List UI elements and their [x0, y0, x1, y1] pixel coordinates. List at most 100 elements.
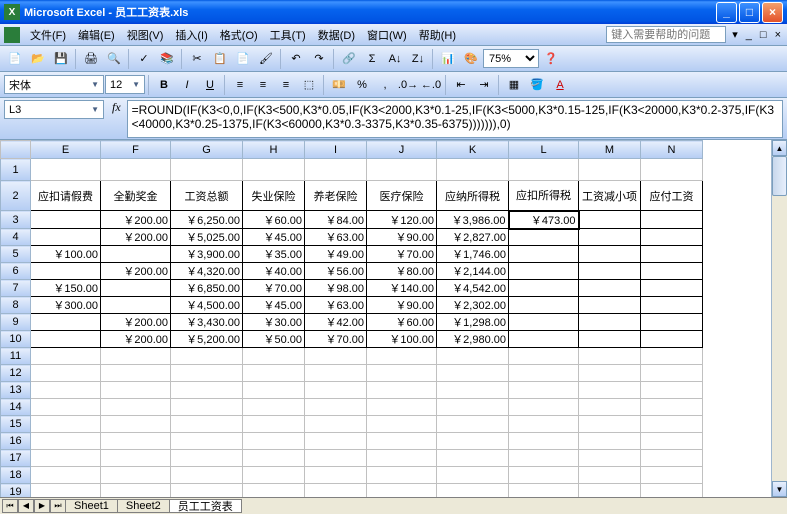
cell[interactable]	[171, 382, 243, 399]
sheet-tab-2[interactable]: Sheet2	[117, 499, 170, 513]
cell[interactable]	[579, 484, 641, 498]
cell[interactable]	[579, 246, 641, 263]
cell[interactable]: ￥100.00	[367, 331, 437, 348]
table-header-cell[interactable]: 失业保险	[243, 181, 305, 211]
cell[interactable]	[367, 348, 437, 365]
table-header-cell[interactable]: 工资减小项	[579, 181, 641, 211]
cell[interactable]: ￥70.00	[367, 246, 437, 263]
font-size-combo[interactable]: 12▼	[105, 75, 145, 94]
row-header-1[interactable]: 1	[1, 159, 31, 181]
comma-icon[interactable]: ,	[374, 74, 396, 96]
hyperlink-icon[interactable]: 🔗	[338, 48, 360, 70]
autosum-icon[interactable]: Σ	[361, 48, 383, 70]
cell[interactable]	[305, 484, 367, 498]
cell[interactable]	[641, 484, 703, 498]
cell[interactable]	[509, 484, 579, 498]
italic-icon[interactable]: I	[176, 74, 198, 96]
cell[interactable]: ￥120.00	[367, 211, 437, 229]
table-header-cell[interactable]: 应扣请假费	[31, 181, 101, 211]
row-header-2[interactable]: 2	[1, 181, 31, 211]
cell[interactable]: ￥60.00	[367, 314, 437, 331]
cell[interactable]	[437, 416, 509, 433]
cell[interactable]	[437, 450, 509, 467]
close-button[interactable]: ×	[762, 2, 783, 23]
cell[interactable]	[641, 314, 703, 331]
cell[interactable]	[509, 159, 579, 181]
cell[interactable]	[509, 280, 579, 297]
cell[interactable]	[367, 365, 437, 382]
cell[interactable]	[31, 314, 101, 331]
help-search-input[interactable]	[606, 26, 726, 43]
cell[interactable]	[509, 382, 579, 399]
cell[interactable]	[641, 280, 703, 297]
doc-minimize[interactable]: ▾	[730, 28, 740, 41]
cell[interactable]: ￥4,500.00	[171, 297, 243, 314]
print-icon[interactable]: 🖨	[80, 48, 102, 70]
cell[interactable]	[367, 433, 437, 450]
cell[interactable]	[579, 348, 641, 365]
scroll-down-icon[interactable]: ▼	[772, 481, 787, 497]
cell[interactable]	[641, 246, 703, 263]
table-header-cell[interactable]: 全勤奖金	[101, 181, 171, 211]
cell[interactable]	[305, 159, 367, 181]
cell[interactable]	[641, 348, 703, 365]
cell[interactable]: ￥70.00	[243, 280, 305, 297]
cell[interactable]: ￥200.00	[101, 314, 171, 331]
row-header-17[interactable]: 17	[1, 450, 31, 467]
font-name-combo[interactable]: 宋体▼	[4, 75, 104, 94]
cell[interactable]	[243, 416, 305, 433]
cell[interactable]: ￥100.00	[31, 246, 101, 263]
cell[interactable]	[509, 246, 579, 263]
row-header-18[interactable]: 18	[1, 467, 31, 484]
cell[interactable]	[31, 211, 101, 229]
cell[interactable]	[243, 365, 305, 382]
col-header-G[interactable]: G	[171, 141, 243, 159]
maximize-button[interactable]: □	[739, 2, 760, 23]
row-header-8[interactable]: 8	[1, 297, 31, 314]
cell[interactable]	[509, 331, 579, 348]
cell[interactable]	[367, 484, 437, 498]
cell[interactable]	[305, 433, 367, 450]
cell[interactable]	[171, 484, 243, 498]
cell[interactable]: ￥90.00	[367, 297, 437, 314]
cell[interactable]	[31, 382, 101, 399]
cell[interactable]	[31, 263, 101, 280]
table-header-cell[interactable]: 应付工资	[641, 181, 703, 211]
cell[interactable]: ￥6,850.00	[171, 280, 243, 297]
help-icon[interactable]: ❓	[540, 48, 562, 70]
table-header-cell[interactable]: 应纳所得税	[437, 181, 509, 211]
cell[interactable]	[31, 399, 101, 416]
sheet-tab-1[interactable]: Sheet1	[65, 499, 118, 513]
underline-icon[interactable]: U	[199, 74, 221, 96]
cell[interactable]	[305, 348, 367, 365]
cell[interactable]	[437, 484, 509, 498]
minimize-button[interactable]: _	[716, 2, 737, 23]
cell[interactable]	[101, 399, 171, 416]
cell[interactable]	[31, 159, 101, 181]
cell[interactable]	[641, 382, 703, 399]
cell[interactable]	[31, 348, 101, 365]
cell[interactable]: ￥200.00	[101, 229, 171, 246]
menu-data[interactable]: 数据(D)	[312, 25, 361, 45]
merge-icon[interactable]: ⬚	[298, 74, 320, 96]
row-header-10[interactable]: 10	[1, 331, 31, 348]
cell[interactable]	[509, 467, 579, 484]
cell[interactable]: ￥3,986.00	[437, 211, 509, 229]
cell[interactable]	[305, 416, 367, 433]
cell[interactable]: ￥473.00	[509, 211, 579, 229]
cell[interactable]	[101, 246, 171, 263]
row-header-3[interactable]: 3	[1, 211, 31, 229]
align-right-icon[interactable]: ≡	[275, 74, 297, 96]
cell[interactable]	[31, 365, 101, 382]
open-icon[interactable]: 📂	[27, 48, 49, 70]
row-header-9[interactable]: 9	[1, 314, 31, 331]
cell[interactable]	[437, 467, 509, 484]
col-header-N[interactable]: N	[641, 141, 703, 159]
cell[interactable]: ￥200.00	[101, 263, 171, 280]
spellcheck-icon[interactable]: ✓	[133, 48, 155, 70]
research-icon[interactable]: 📚	[156, 48, 178, 70]
cell[interactable]: ￥63.00	[305, 297, 367, 314]
cell[interactable]: ￥90.00	[367, 229, 437, 246]
align-left-icon[interactable]: ≡	[229, 74, 251, 96]
cell[interactable]: ￥84.00	[305, 211, 367, 229]
